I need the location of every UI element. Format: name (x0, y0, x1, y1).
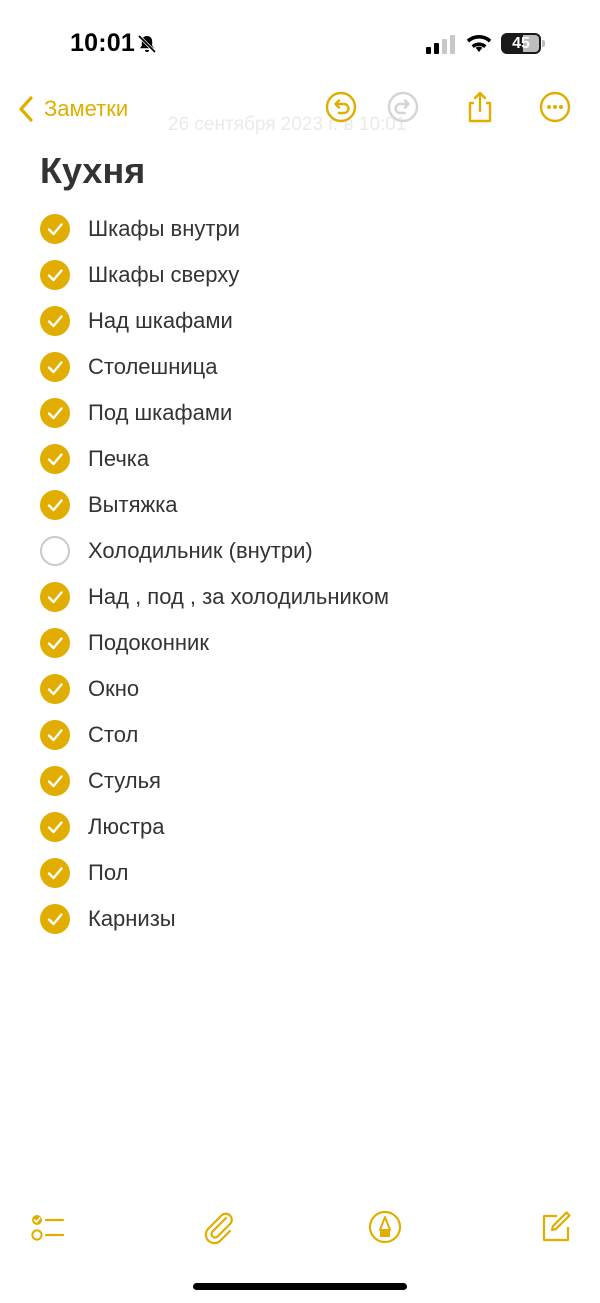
checkbox-checked[interactable] (40, 766, 70, 796)
redo-icon[interactable] (386, 90, 420, 124)
checkmark-icon (47, 407, 63, 420)
checklist-item: Карнизы (40, 896, 580, 942)
checklist-item-label[interactable]: Шкафы сверху (88, 262, 239, 288)
checklist-item-label[interactable]: Пол (88, 860, 128, 886)
checklist-item-label[interactable]: Стулья (88, 768, 161, 794)
checklist-item-label[interactable]: Над , под , за холодильником (88, 584, 389, 610)
checklist-item-label[interactable]: Над шкафами (88, 308, 233, 334)
nav-bar: 26 сентября 2023 г. в 10:01 Заметки (0, 86, 600, 135)
checkmark-icon (47, 315, 63, 328)
checklist-item-label[interactable]: Шкафы внутри (88, 216, 240, 242)
checkbox-checked[interactable] (40, 306, 70, 336)
battery-icon: 45 (501, 33, 546, 54)
checklist-item-label[interactable]: Столешница (88, 354, 217, 380)
note-title[interactable]: Кухня (40, 150, 145, 192)
checkmark-icon (47, 499, 63, 512)
paperclip-icon[interactable] (199, 1208, 237, 1246)
checkbox-checked[interactable] (40, 260, 70, 290)
checklist-item: Шкафы сверху (40, 252, 580, 298)
checkmark-icon (47, 637, 63, 650)
status-time: 10:01 (70, 29, 135, 57)
checkbox-checked[interactable] (40, 812, 70, 842)
checklist-item: Шкафы внутри (40, 206, 580, 252)
checklist-item-label[interactable]: Люстра (88, 814, 164, 840)
checkmark-icon (47, 453, 63, 466)
checkbox-checked[interactable] (40, 720, 70, 750)
markup-pen-icon[interactable] (366, 1208, 404, 1246)
checkmark-icon (47, 269, 63, 282)
chevron-left-icon (19, 96, 33, 122)
checklist-item-label[interactable]: Стол (88, 722, 138, 748)
checklist-item-label[interactable]: Карнизы (88, 906, 176, 932)
checkbox-checked[interactable] (40, 582, 70, 612)
checkmark-icon (47, 683, 63, 696)
checkbox-checked[interactable] (40, 398, 70, 428)
undo-icon[interactable] (324, 90, 358, 124)
checklist-item-label[interactable]: Окно (88, 676, 139, 702)
checkbox-checked[interactable] (40, 444, 70, 474)
back-label: Заметки (44, 96, 129, 121)
checkbox-checked[interactable] (40, 490, 70, 520)
bottom-toolbar (0, 1204, 600, 1252)
checklist-item: Стол (40, 712, 580, 758)
checkmark-icon (47, 775, 63, 788)
checklist-item-label[interactable]: Подоконник (88, 630, 209, 656)
share-icon[interactable] (463, 90, 497, 124)
checklist-item-label[interactable]: Печка (88, 446, 149, 472)
checklist-item: Над шкафами (40, 298, 580, 344)
checkmark-icon (47, 729, 63, 742)
status-bar: 10:01 45 (0, 0, 600, 86)
home-indicator[interactable] (193, 1283, 407, 1290)
checklist-icon[interactable] (28, 1208, 66, 1246)
bell-slash-icon (137, 34, 157, 54)
checkmark-icon (47, 867, 63, 880)
checklist-item: Печка (40, 436, 580, 482)
checklist-item: Под шкафами (40, 390, 580, 436)
checklist-item: Над , под , за холодильником (40, 574, 580, 620)
checkmark-icon (47, 821, 63, 834)
compose-icon[interactable] (536, 1208, 574, 1246)
checklist-item: Холодильник (внутри) (40, 528, 580, 574)
checkmark-icon (47, 913, 63, 926)
checkbox-checked[interactable] (40, 674, 70, 704)
checklist-item: Пол (40, 850, 580, 896)
checklist-item: Люстра (40, 804, 580, 850)
more-icon[interactable] (538, 90, 572, 124)
checkbox-checked[interactable] (40, 628, 70, 658)
cellular-signal-icon (426, 35, 455, 54)
checklist-item: Столешница (40, 344, 580, 390)
checklist: Шкафы внутри Шкафы сверху Над шкафами Столе… (40, 206, 580, 942)
checklist-item-label[interactable]: Под шкафами (88, 400, 232, 426)
checkmark-icon (47, 361, 63, 374)
checklist-item: Стулья (40, 758, 580, 804)
checkbox-checked[interactable] (40, 352, 70, 382)
checklist-item: Окно (40, 666, 580, 712)
checklist-item-label[interactable]: Холодильник (внутри) (88, 538, 313, 564)
checklist-item: Подоконник (40, 620, 580, 666)
battery-level: 45 (512, 35, 530, 52)
checkbox-checked[interactable] (40, 858, 70, 888)
wifi-icon (466, 35, 492, 52)
checkmark-icon (47, 223, 63, 236)
back-button[interactable]: Заметки (16, 92, 128, 126)
checkbox-checked[interactable] (40, 904, 70, 934)
checkbox-checked[interactable] (40, 214, 70, 244)
checklist-item-label[interactable]: Вытяжка (88, 492, 178, 518)
checkbox-unchecked[interactable] (40, 536, 70, 566)
note-date-faded: 26 сентября 2023 г. в 10:01 (168, 114, 407, 135)
checkmark-icon (47, 591, 63, 604)
checklist-item: Вытяжка (40, 482, 580, 528)
